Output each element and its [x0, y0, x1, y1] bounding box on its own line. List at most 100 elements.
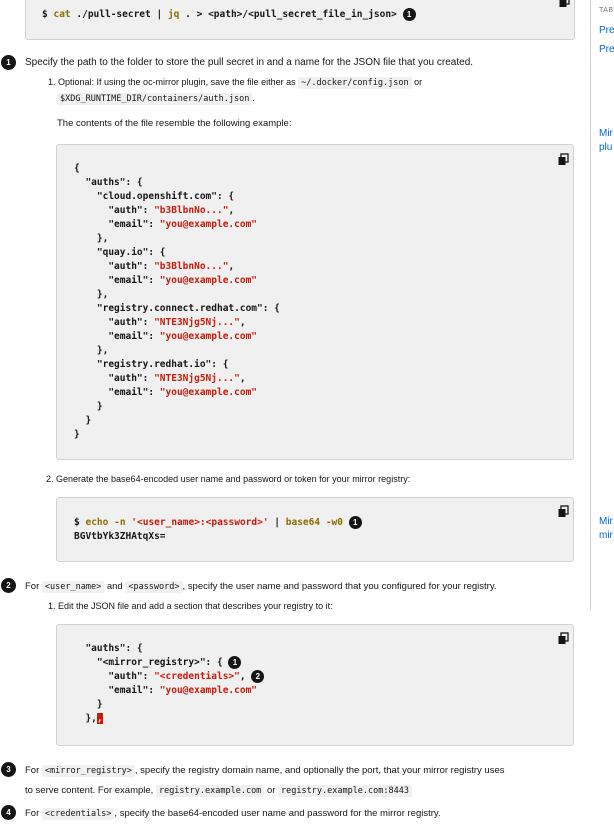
json-line: }	[74, 401, 103, 412]
json-line: "quay.io": {	[74, 247, 166, 258]
json-line: "auth": "NTE3Njg5Nj...",	[74, 317, 246, 328]
code-path: <path>/<pull_secret_file_in_json>	[208, 9, 397, 20]
copy-icon[interactable]	[557, 505, 570, 518]
callout-2-and: and	[106, 581, 123, 592]
resemble-text: The contents of the file resemble the fo…	[57, 118, 292, 129]
auth-l1: "auths": {	[74, 643, 143, 654]
b64-cmd: base64	[285, 517, 321, 528]
inline-code-auth-json: $XDG_RUNTIME_DIR/containers/auth.json	[57, 93, 253, 105]
toc-link-pre-1[interactable]: Pre	[599, 24, 614, 38]
auth-l3a: "auth":	[74, 671, 155, 682]
step-2-label: 2. Generate the base64-encoded user name…	[46, 474, 411, 484]
json-line: }	[74, 429, 80, 440]
callout-number-4: 4	[1, 805, 16, 820]
toc-link-mirror-plugin-2[interactable]: plu	[599, 141, 612, 155]
code-redir: >	[196, 9, 203, 20]
json-example-code: { "auths": { "cloud.openshift.com": { "a…	[74, 162, 280, 442]
code-pipe: |	[156, 9, 163, 20]
toc-divider	[590, 0, 591, 610]
copy-icon[interactable]	[557, 153, 570, 166]
json-line: }	[74, 415, 92, 426]
json-line: "registry.redhat.io": {	[74, 359, 229, 370]
b64-flag2: -w0	[325, 517, 343, 528]
inline-code-mirror-registry: <mirror_registry>	[41, 765, 135, 777]
callout-2-text: For <user_name> and <password>, specify …	[25, 580, 497, 594]
json-line: "email": "you@example.com"	[74, 275, 258, 286]
auth-callout-1[interactable]: 1	[228, 656, 242, 669]
auth-l3c: ,	[239, 671, 246, 682]
callout-4-post: , specify the base64-encoded user name a…	[114, 808, 441, 819]
callout-4-text: For <credentials>, specify the base64-en…	[25, 807, 441, 821]
code-cmd: cat	[53, 9, 71, 20]
step-1-optional: 1. Optional: If using the oc-mirror plug…	[48, 76, 468, 90]
callout-3-line2-text: to serve content. For example,	[25, 785, 154, 796]
step-edit-label: 1. Edit the JSON file and add a section …	[48, 601, 333, 611]
b64-output: BGVtbYk3ZHAtqXs=	[74, 531, 166, 542]
toc-link-mirror-plugin[interactable]: Mir	[599, 127, 613, 141]
code-callout[interactable]: 1	[402, 8, 416, 21]
callout-3-pre: For	[25, 765, 40, 776]
callout-4-pre: For	[25, 808, 40, 819]
json-line: {	[74, 163, 80, 174]
callout-3-post: , specify the registry domain name, and …	[134, 765, 505, 776]
code-dot: .	[185, 9, 191, 20]
step-1-or: or	[414, 77, 423, 87]
step-1-label: 1. Optional: If using the oc-mirror plug…	[48, 77, 296, 87]
json-line: "auths": {	[74, 177, 143, 188]
json-line: },	[74, 233, 109, 244]
callout-2-pre: For	[25, 581, 40, 592]
code-block-base64: $ echo -n '<user_name>:<password>' | bas…	[56, 497, 574, 562]
callout-number-2: 2	[1, 578, 16, 593]
callout-3-or: or	[266, 785, 276, 796]
callout-2-post: , specify the user name and password tha…	[182, 581, 497, 592]
auth-l4b: "you@example.com"	[159, 685, 258, 696]
json-line: "auth": "b3BlbnNo...",	[74, 261, 235, 272]
callout-number-3: 3	[1, 762, 16, 777]
b64-prompt: $	[74, 517, 80, 528]
inline-code-password: <password>	[125, 581, 183, 593]
callout-1-text: Specify the path to the folder to store …	[25, 57, 474, 68]
json-line: },	[74, 345, 109, 356]
toc-link-mirror-registry[interactable]: Mir	[599, 515, 613, 529]
inline-code-registry-example: registry.example.com	[155, 785, 265, 797]
auth-l3b: "<credentials>"	[154, 671, 240, 682]
json-line: "email": "you@example.com"	[74, 219, 258, 230]
auth-l6b: ,	[96, 713, 103, 724]
copy-icon[interactable]	[557, 632, 570, 645]
auth-l4a: "email":	[74, 685, 160, 696]
json-line: "auth": "NTE3Njg5Nj...",	[74, 373, 246, 384]
code-block-json-example: { "auths": { "cloud.openshift.com": { "a…	[56, 144, 574, 460]
code-prompt: $	[42, 9, 48, 20]
auth-l2: "<mirror_registry>": {	[74, 657, 223, 668]
json-line: "email": "you@example.com"	[74, 387, 258, 398]
code-block-auths: "auths": { "<mirror_registry>": { 1 "aut…	[56, 624, 574, 746]
toc-heading: TAB	[599, 7, 614, 14]
step-1-line2: $XDG_RUNTIME_DIR/containers/auth.json.	[57, 92, 255, 106]
auth-l5: }	[74, 699, 103, 710]
inline-code-credentials: <credentials>	[41, 808, 115, 820]
callout-3-line2: to serve content. For example, registry.…	[25, 784, 412, 798]
inline-code-user-name: <user_name>	[41, 581, 105, 593]
inline-code-docker-config: ~/.docker/config.json	[298, 77, 412, 89]
auth-callout-2[interactable]: 2	[251, 670, 265, 683]
callout-3-text: For <mirror_registry>, specify the regis…	[25, 764, 505, 778]
json-line: "cloud.openshift.com": {	[74, 191, 235, 202]
step-1-period: .	[252, 93, 255, 103]
copy-icon[interactable]	[558, 0, 571, 8]
toc-link-mirror-registry-2[interactable]: mir	[599, 529, 613, 543]
b64-flag: -n	[114, 517, 126, 528]
inline-code-registry-example-port: registry.example.com:8443	[278, 785, 412, 797]
json-line: "auth": "b3BlbnNo...",	[74, 205, 235, 216]
json-line: "registry.connect.redhat.com": {	[74, 303, 280, 314]
toc-link-pre-2[interactable]: Pre	[599, 43, 614, 57]
code-arg: ./pull-secret	[76, 9, 151, 20]
json-line: "email": "you@example.com"	[74, 331, 258, 342]
b64-callout[interactable]: 1	[348, 516, 362, 529]
b64-pipe: |	[274, 517, 281, 528]
code-block-cat: $ cat ./pull-secret | jq . > <path>/<pul…	[25, 0, 575, 40]
json-line: },	[74, 289, 109, 300]
b64-echo: echo	[85, 517, 109, 528]
b64-str: '<user_name>:<password>'	[131, 517, 269, 528]
auth-l6a: },	[74, 713, 97, 724]
code-jq: jq	[167, 9, 180, 20]
